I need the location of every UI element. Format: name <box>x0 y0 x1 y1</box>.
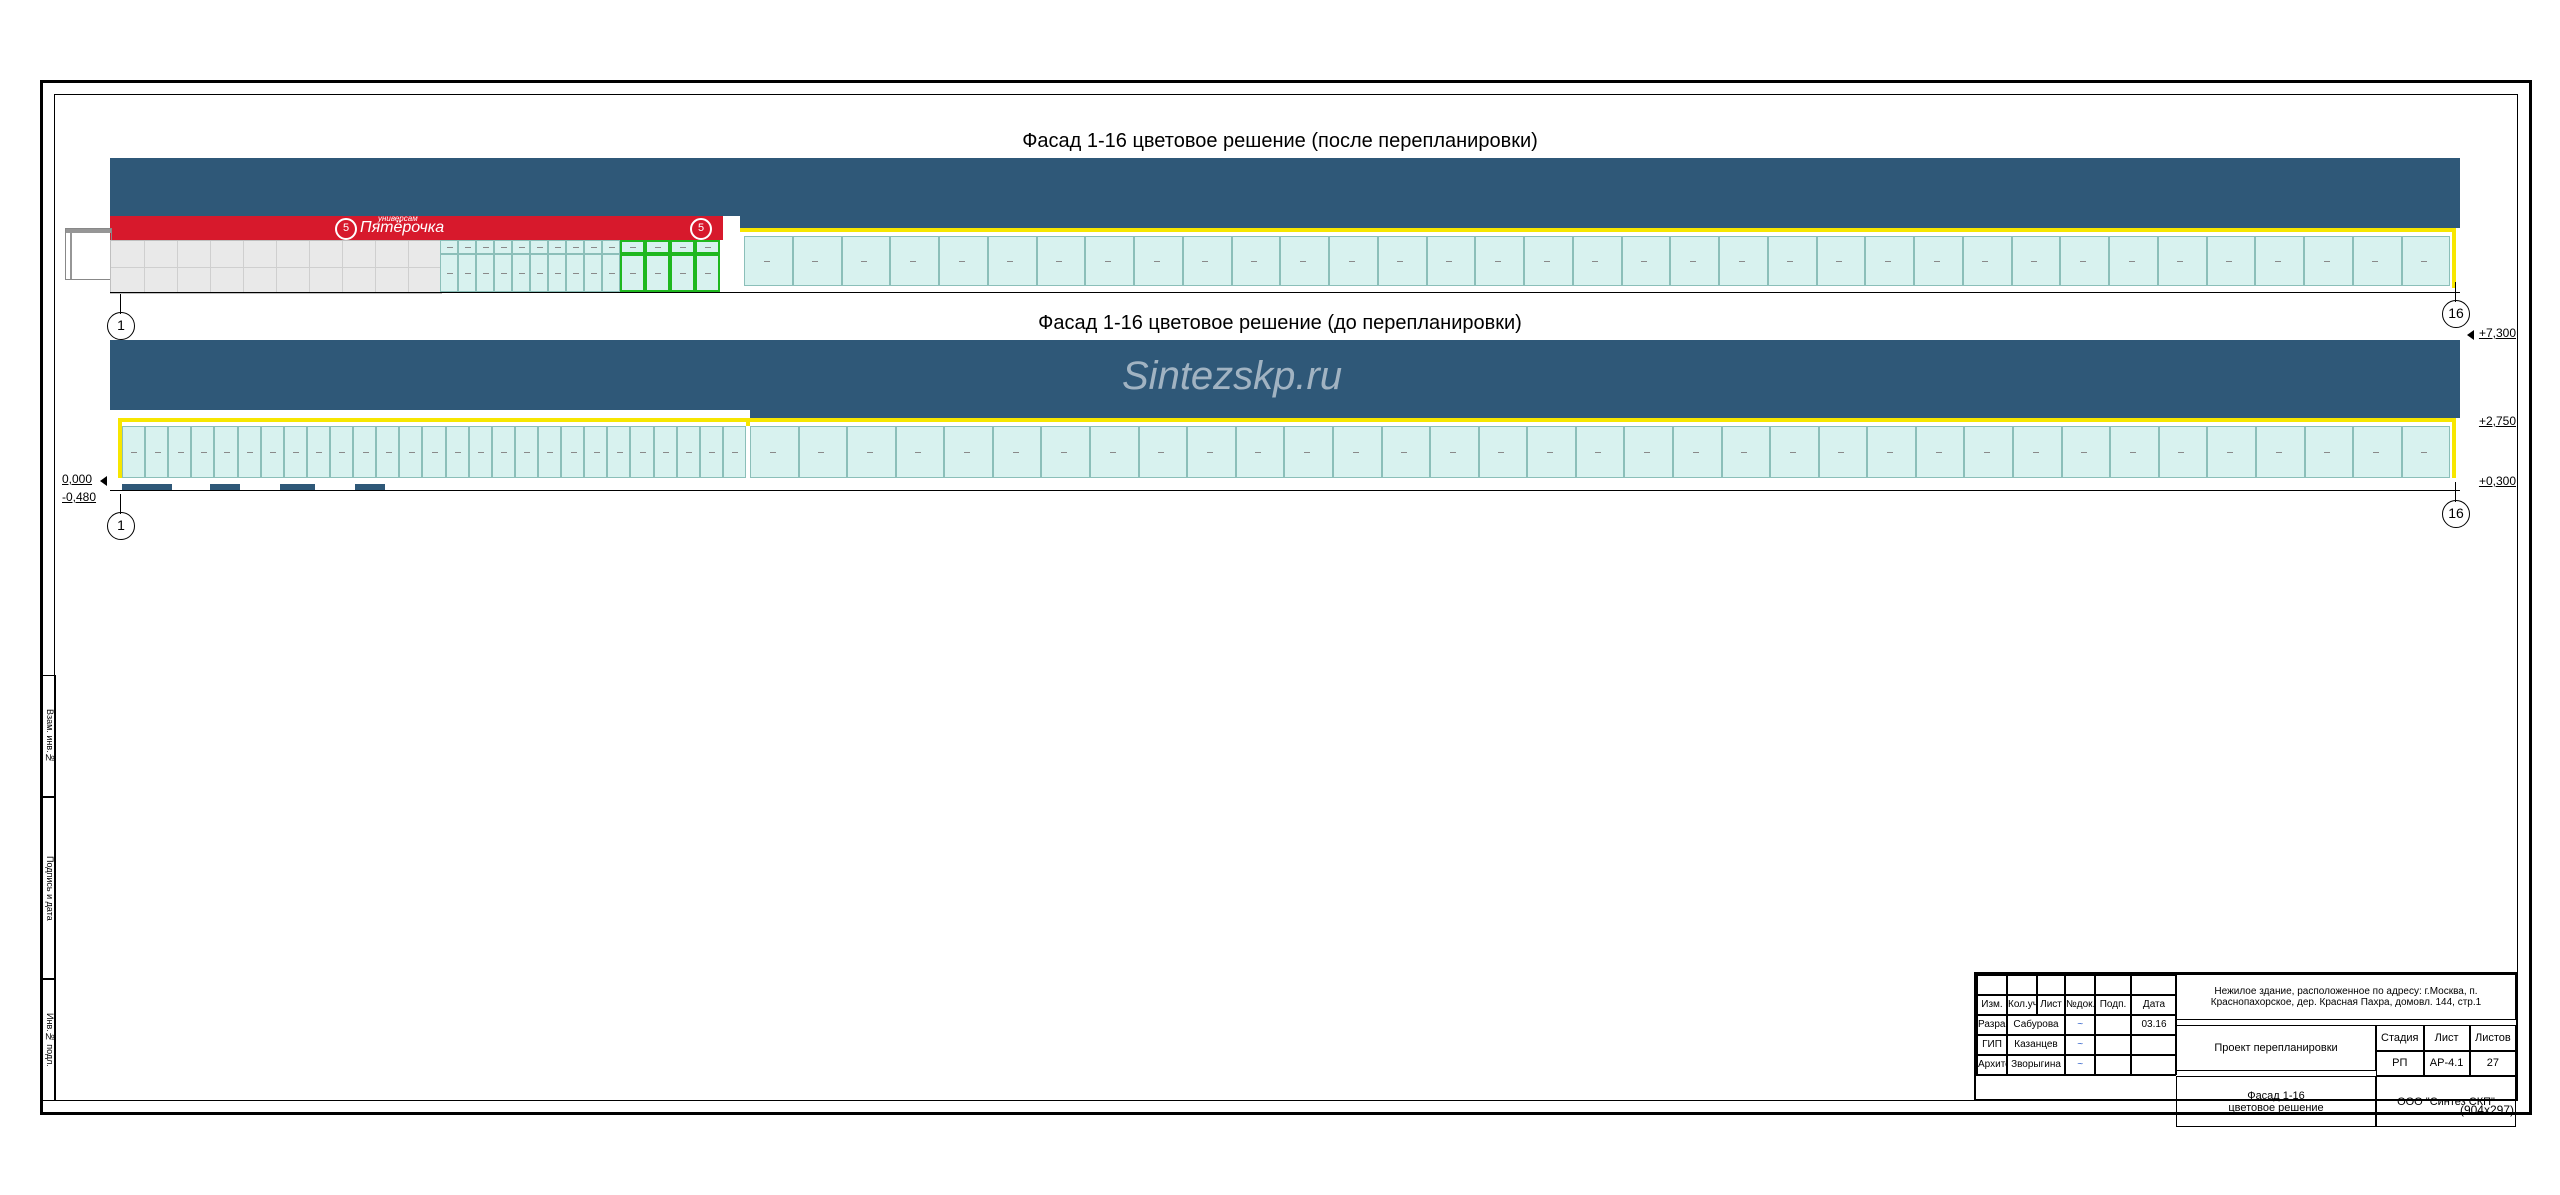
rev-h-3: №док. <box>2065 995 2095 1015</box>
title-top: Фасад 1-16 цветовое решение (после переп… <box>0 130 2560 153</box>
entrance-transom <box>620 240 720 254</box>
name-2: Зворыгина <box>2007 1055 2065 1075</box>
sheet-dimensions: (904x297) <box>2460 1103 2514 1117</box>
rev-h-5: Дата <box>2131 995 2177 1015</box>
side-sign: Подпись и дата <box>42 797 56 979</box>
role-2: Архитектор <box>1977 1055 2007 1075</box>
rev-h-2: Лист <box>2037 995 2065 1015</box>
axis-stem-1a <box>120 294 121 314</box>
tb-stage-label: Стадия <box>2376 1025 2424 1051</box>
axis-1-bottom: 1 <box>107 512 135 540</box>
elev-bot-right: +0,300 <box>2479 474 2516 488</box>
facade-after: 5 Пятёрочка универсам 5 <box>110 158 2460 308</box>
side-sign-label: Подпись и дата <box>45 856 55 921</box>
glass-row-right-b <box>750 426 2450 478</box>
tb-dt1: Фасад 1-16 <box>2247 1090 2305 1102</box>
tb-stage: РП <box>2376 1051 2424 1077</box>
axis-stem-16b <box>2455 482 2456 502</box>
elev-neg: -0,480 <box>62 490 96 504</box>
drawing-sheet: Инв.№ подл. Подпись и дата Взам. инв.№ Ф… <box>0 0 2560 1195</box>
entrance-doors <box>620 254 720 292</box>
yellow-right <box>2452 228 2456 288</box>
tb-sheets-label: Листов <box>2470 1025 2516 1051</box>
axis-stem-16a <box>2455 282 2456 302</box>
brand-logo-icon-2: 5 <box>690 218 712 240</box>
tb-address: Нежилое здание, расположенное по адресу:… <box>2176 974 2516 1020</box>
yellow-top-left-b <box>118 418 746 422</box>
tb-sheets: 27 <box>2470 1051 2516 1077</box>
sign-band: 5 Пятёрочка универсам 5 <box>110 216 723 240</box>
rev-h-4: Подп. <box>2095 995 2131 1015</box>
sig-0: ~ <box>2065 1015 2095 1035</box>
yellow-top <box>740 228 2456 232</box>
rev-h-1: Кол.уч <box>2007 995 2037 1015</box>
date-0: 03.16 <box>2131 1015 2177 1035</box>
roof-step-after <box>740 208 2460 228</box>
side-inv-label: Инв.№ подл. <box>45 1013 55 1067</box>
side-vzam-label: Взам. инв.№ <box>45 709 55 763</box>
tb-org: ООО "Синтез СКП" <box>2376 1076 2516 1127</box>
elev-zero: 0,000 <box>62 472 92 486</box>
tb-drawing-title: Фасад 1-16 цветовое решение <box>2176 1076 2376 1127</box>
rev-h-0: Изм. <box>1977 995 2007 1015</box>
watermark: Sintezskp.ru <box>1122 354 1342 399</box>
tb-dt2: цветовое решение <box>2228 1102 2323 1114</box>
elev-mid-right: +2,750 <box>2479 414 2516 428</box>
sig-1: ~ <box>2065 1035 2095 1055</box>
sig-2: ~ <box>2065 1055 2095 1075</box>
axis-stem-1b <box>120 494 121 514</box>
brand-sub: универсам <box>378 214 418 223</box>
facade-before: Sintezskp.ru <box>110 340 2460 510</box>
yellow-right-b <box>2452 418 2456 478</box>
tb-project-type: Проект перепланировки <box>2176 1025 2376 1071</box>
canopy <box>65 228 112 280</box>
transom-glass <box>440 240 620 254</box>
name-1: Казанцев <box>2007 1035 2065 1055</box>
yellow-step-b <box>746 418 750 426</box>
elev-top-right: +7,300 <box>2479 326 2516 340</box>
brand-logo-icon: 5 <box>335 218 357 240</box>
glass-row-right <box>744 236 2450 286</box>
revision-table: Изм. Кол.уч Лист №док. Подп. Дата Разраб… <box>1977 975 2175 1075</box>
glass-row-left-b <box>122 426 746 478</box>
tb-sheet: АР-4.1 <box>2424 1051 2470 1077</box>
axis-16-bottom: 16 <box>2442 500 2470 528</box>
name-0: Сабурова <box>2007 1015 2065 1035</box>
role-1: ГИП <box>1977 1035 2007 1055</box>
title-block: Изм. Кол.уч Лист №док. Подп. Дата Разраб… <box>1974 972 2518 1101</box>
roof-step-before <box>750 400 2460 418</box>
panel-wall <box>110 240 442 294</box>
role-0: Разраб. <box>1977 1015 2007 1035</box>
yellow-top-right-b <box>750 418 2456 422</box>
elev-tick-2 <box>2467 330 2474 340</box>
ground-after <box>110 292 2460 293</box>
storefront-glass <box>440 254 620 292</box>
side-vzam: Взам. инв.№ <box>42 675 56 797</box>
title-bottom: Фасад 1-16 цветовое решение (до переплан… <box>0 312 2560 335</box>
ground-before <box>110 490 2460 491</box>
tb-sheet-label: Лист <box>2424 1025 2470 1051</box>
side-inv: Инв.№ подл. <box>42 979 56 1101</box>
elev-tick-1 <box>100 476 107 486</box>
